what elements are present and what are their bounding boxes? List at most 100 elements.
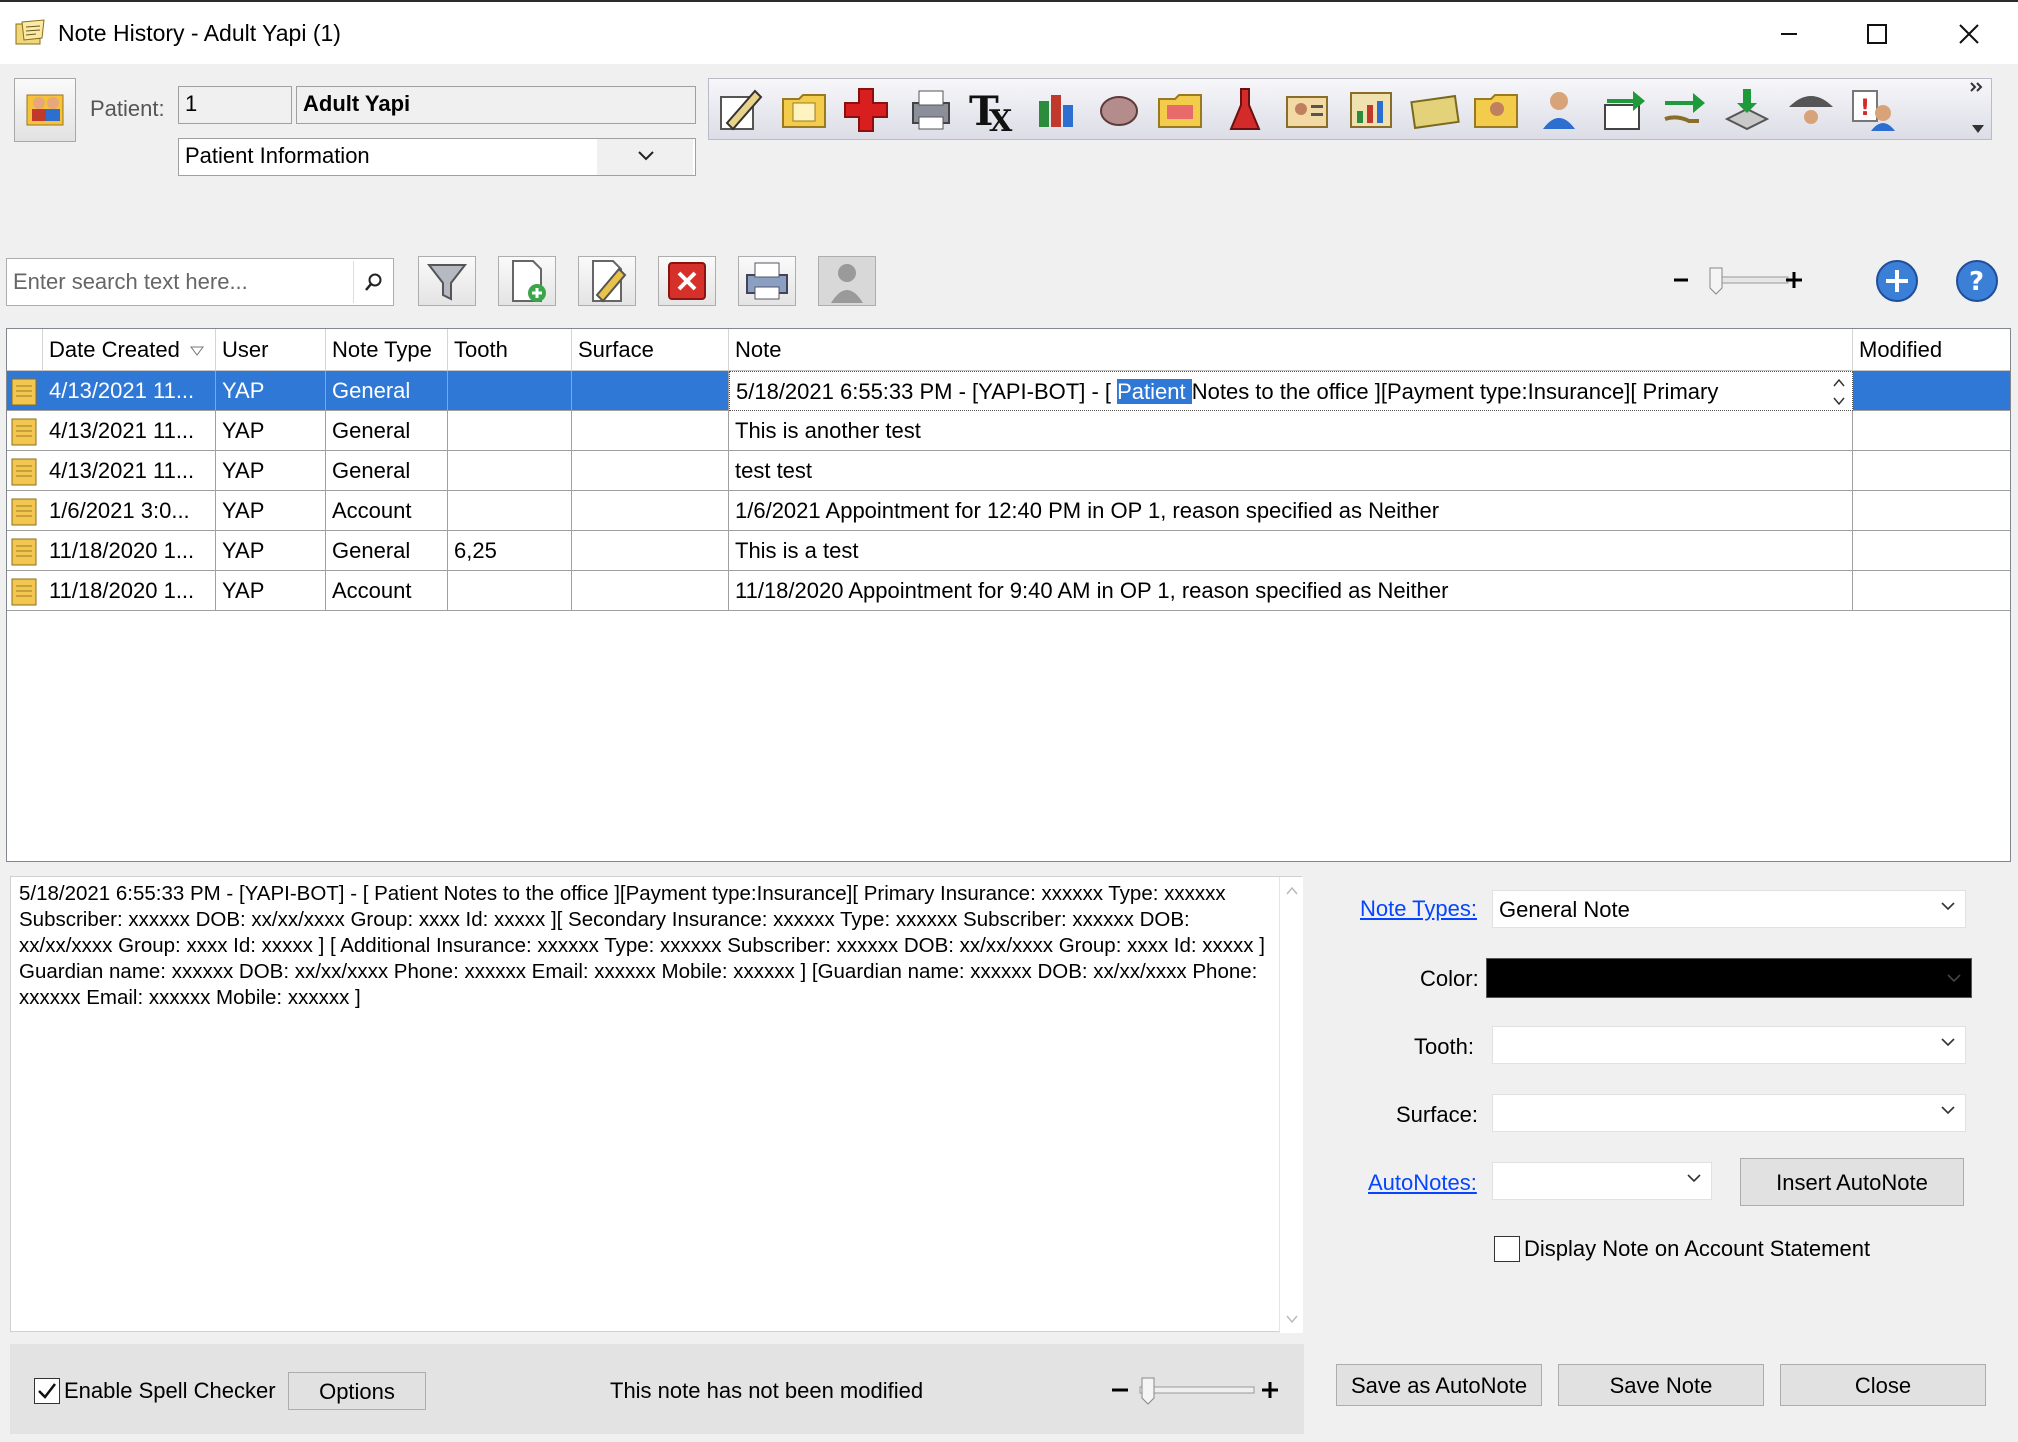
printer-icon[interactable] [905, 85, 957, 135]
close-button[interactable]: Close [1780, 1364, 1986, 1406]
insert-autonote-button[interactable]: Insert AutoNote [1740, 1158, 1964, 1206]
search-input[interactable]: Enter search text here... [6, 258, 394, 306]
cell-note-text-pre: 5/18/2021 6:55:33 PM - [YAPI-BOT] - [ [736, 379, 1118, 404]
column-header-tooth[interactable]: Tooth [448, 329, 572, 371]
umbrella-person-icon[interactable] [1785, 85, 1837, 135]
assign-user-button[interactable] [818, 256, 876, 306]
patient-view-select[interactable]: Patient Information [178, 138, 696, 176]
patient-name-field[interactable]: Adult Yapi [296, 86, 696, 124]
cell-note: 1/6/2021 Appointment for 12:40 PM in OP … [729, 491, 1853, 531]
patient-view-value: Patient Information [185, 143, 370, 168]
cell-date: 4/13/2021 11... [43, 411, 216, 451]
spell-options-button[interactable]: Options [288, 1372, 426, 1410]
column-header-note[interactable]: Note [729, 329, 1853, 371]
cell-user: YAP [216, 531, 326, 571]
cell-note-editing[interactable]: 5/18/2021 6:55:33 PM - [YAPI-BOT] - [ Pa… [729, 371, 1853, 411]
cell-tooth [448, 411, 572, 451]
spell-check-label: Enable Spell Checker [64, 1378, 276, 1403]
table-row[interactable]: 11/18/2020 1... YAP General 6,25 This is… [7, 531, 2010, 571]
dropdown-button[interactable] [597, 139, 693, 175]
column-header-date[interactable]: Date Created [43, 329, 216, 371]
cell-surface [572, 371, 729, 411]
save-note-button[interactable]: Save Note [1558, 1364, 1764, 1406]
tooth-select[interactable] [1492, 1026, 1966, 1064]
note-type-value: General Note [1499, 897, 1630, 922]
alert-person-icon[interactable]: ! [1847, 85, 1899, 135]
cell-note-type: General [326, 531, 448, 571]
cell-tooth [448, 371, 572, 411]
person-key-icon[interactable] [1533, 85, 1585, 135]
column-header-surface[interactable]: Surface [572, 329, 729, 371]
download-tray-icon[interactable] [1721, 85, 1773, 135]
autonotes-select[interactable] [1492, 1162, 1712, 1200]
editor-scrollbar[interactable] [1279, 877, 1303, 1333]
scroll-up-icon[interactable] [1285, 885, 1299, 897]
brain-icon[interactable] [1093, 85, 1145, 135]
cell-note-type: General [326, 371, 448, 411]
select-patient-button[interactable] [14, 78, 76, 142]
column-header-user[interactable]: User [216, 329, 326, 371]
column-header-modified[interactable]: Modified [1853, 329, 2010, 371]
chevron-down-icon [1947, 974, 1961, 983]
note-row-icon [11, 378, 37, 406]
edit-note-icon[interactable] [715, 85, 767, 135]
table-row[interactable]: 4/13/2021 11... YAP General 5/18/2021 6:… [7, 371, 2010, 411]
display-on-statement-checkbox[interactable] [1494, 1236, 1520, 1262]
close-window-button[interactable] [1926, 2, 2012, 66]
surface-select[interactable] [1492, 1094, 1966, 1132]
app-icon [15, 19, 45, 45]
editor-zoom-slider[interactable] [1108, 1372, 1282, 1408]
search-button[interactable] [353, 261, 391, 303]
rx-icon[interactable]: T X [967, 85, 1019, 135]
folder-note-icon[interactable] [779, 85, 831, 135]
grid-zoom-slider[interactable] [1670, 262, 1804, 298]
color-select[interactable] [1486, 958, 1972, 998]
note-editor-text[interactable]: 5/18/2021 6:55:33 PM - [YAPI-BOT] - [ Pa… [19, 881, 1269, 1011]
family-icon[interactable] [1031, 85, 1083, 135]
transfer-hand-icon[interactable] [1659, 85, 1711, 135]
medical-cross-icon[interactable] [841, 85, 893, 135]
red-flask-icon[interactable] [1219, 85, 1271, 135]
spell-check-checkbox[interactable] [34, 1378, 60, 1404]
table-row[interactable]: 4/13/2021 11... YAP General test test [7, 451, 2010, 491]
folder-person-icon[interactable] [1471, 85, 1523, 135]
main-toolbar: T X ! [708, 78, 1992, 140]
table-row[interactable]: 1/6/2021 3:0... YAP Account 1/6/2021 App… [7, 491, 2010, 531]
grid-header-icon-col [7, 329, 43, 371]
delete-note-button[interactable] [658, 256, 716, 306]
note-editor[interactable]: 5/18/2021 6:55:33 PM - [YAPI-BOT] - [ Pa… [10, 876, 1303, 1333]
cell-modified [1853, 371, 2010, 411]
scroll-down-icon[interactable] [1285, 1313, 1299, 1325]
help-button[interactable]: ? [1954, 258, 2000, 304]
table-row[interactable]: 4/13/2021 11... YAP General This is anot… [7, 411, 2010, 451]
column-header-note-type[interactable]: Note Type [326, 329, 448, 371]
add-circle-button[interactable] [1874, 258, 1920, 304]
print-note-button[interactable] [738, 256, 796, 306]
cell-note: This is another test [729, 411, 1853, 451]
export-green-icon[interactable] [1597, 85, 1649, 135]
toolbar-overflow-button[interactable] [1965, 79, 1991, 139]
patient-id-field[interactable]: 1 [178, 86, 292, 124]
title-bar: Note History - Adult Yapi (1) [0, 0, 2018, 64]
cell-spinner-icon[interactable] [1832, 376, 1846, 408]
edit-note-button[interactable] [578, 256, 636, 306]
folder-card-icon[interactable] [1155, 85, 1207, 135]
add-note-button[interactable] [498, 256, 556, 306]
note-types-link[interactable]: Note Types: [1360, 896, 1477, 922]
cell-note-type: General [326, 411, 448, 451]
filter-button[interactable] [418, 256, 476, 306]
autonotes-link[interactable]: AutoNotes: [1368, 1170, 1477, 1196]
save-as-autonote-button[interactable]: Save as AutoNote [1336, 1364, 1542, 1406]
new-person-card-icon[interactable] [1281, 85, 1333, 135]
svg-text:X: X [989, 104, 1013, 135]
note-type-select[interactable]: General Note [1492, 890, 1966, 928]
cell-note: This is a test [729, 531, 1853, 571]
cell-date: 1/6/2021 3:0... [43, 491, 216, 531]
insurance-card-icon[interactable] [1409, 85, 1461, 135]
maximize-icon [1867, 24, 1887, 44]
new-chart-icon[interactable] [1345, 85, 1397, 135]
maximize-button[interactable] [1834, 2, 1920, 66]
table-row[interactable]: 11/18/2020 1... YAP Account 11/18/2020 A… [7, 571, 2010, 611]
minimize-button[interactable] [1746, 2, 1832, 66]
overflow-chevron-icon [1970, 82, 1984, 133]
